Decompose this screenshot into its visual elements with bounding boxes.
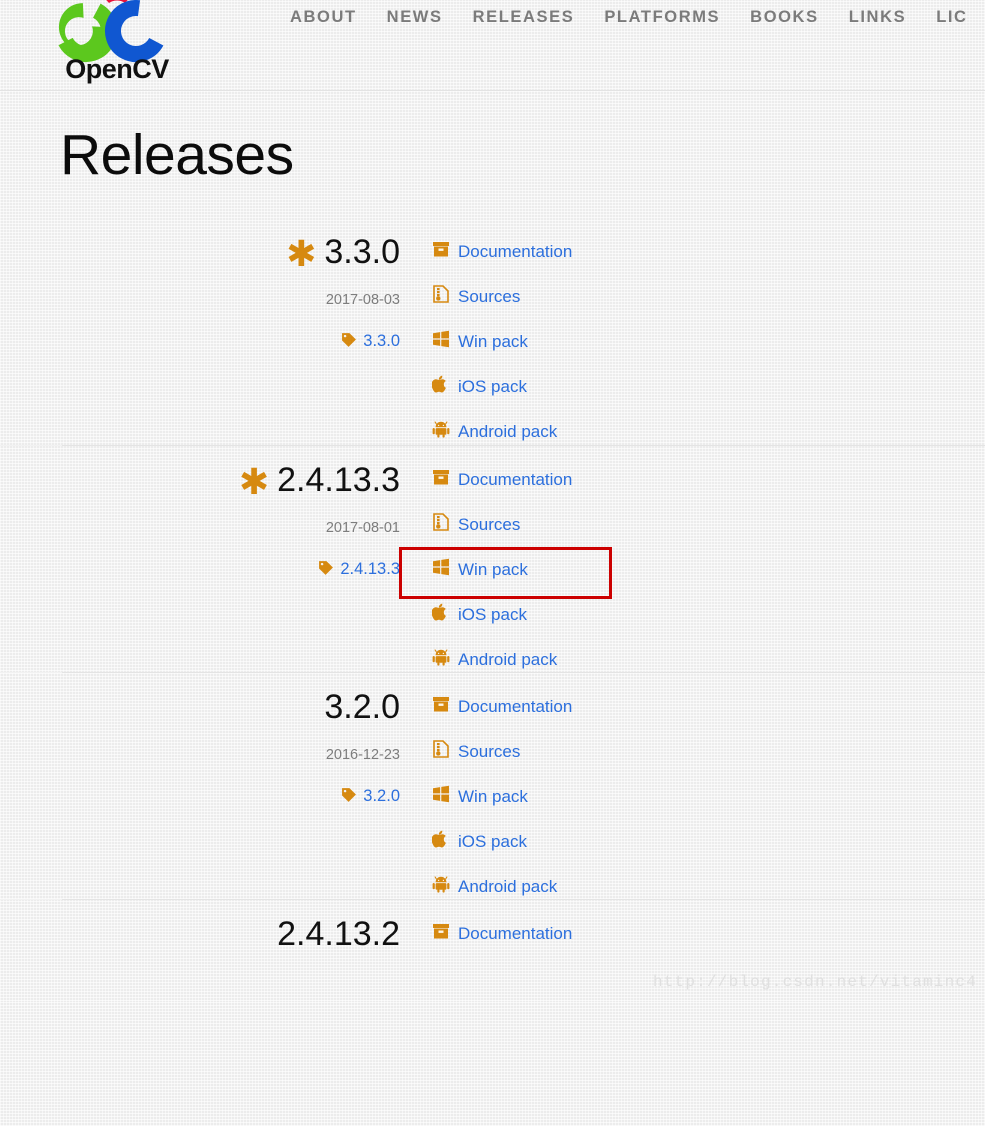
release-meta: 3.2.0 2016-12-23 3.2.0	[0, 673, 400, 809]
download-link-label: Win pack	[458, 787, 528, 806]
release-tag-link[interactable]: 3.2.0	[363, 787, 400, 805]
release-date: 2017-08-01	[325, 520, 400, 536]
download-link-documentation[interactable]: Documentation	[432, 240, 572, 264]
main-navigation[interactable]: ABOUT NEWS RELEASES PLATFORMS BOOKS LINK…	[290, 6, 968, 28]
release-meta: ✱ 2.4.13.3 2017-08-01 2.4.13.3	[0, 446, 400, 582]
archive-icon	[432, 922, 450, 940]
download-link-label: iOS pack	[458, 605, 527, 624]
file-archive-icon	[432, 740, 450, 758]
download-link-label: Win pack	[458, 560, 528, 579]
download-link-label: Win pack	[458, 332, 528, 351]
release-tag-row: 2.4.13.3	[0, 559, 400, 582]
nav-item-news[interactable]: NEWS	[387, 6, 443, 28]
android-icon	[432, 648, 450, 666]
download-link-label: iOS pack	[458, 832, 527, 851]
release-download-links: Documentation Sources Win pack iOS pack Andr…	[432, 468, 572, 672]
download-link-sources[interactable]: Sources	[432, 513, 572, 537]
page-title: Releases	[60, 123, 294, 187]
download-link-label: Android pack	[458, 877, 558, 896]
nav-item-links[interactable]: LINKS	[849, 6, 907, 28]
download-link-label: Sources	[458, 287, 521, 306]
file-archive-icon	[432, 513, 450, 531]
release-version: ✱ 3.3.0	[0, 232, 400, 272]
archive-icon	[432, 695, 450, 713]
download-link-label: Documentation	[458, 470, 573, 489]
release-tag-row: 3.3.0	[0, 331, 400, 354]
download-link-label: Documentation	[458, 697, 573, 716]
nav-item-books[interactable]: BOOKS	[750, 6, 819, 28]
download-link-sources[interactable]: Sources	[432, 285, 572, 309]
latest-release-star-icon: ✱	[238, 461, 270, 502]
download-link-win-pack[interactable]: Win pack	[432, 785, 572, 809]
download-link-documentation[interactable]: Documentation	[432, 468, 572, 492]
apple-icon	[432, 603, 450, 621]
release-version: ✱ 2.4.13.3	[0, 460, 400, 500]
header-divider	[0, 90, 985, 91]
release-meta: 2.4.13.2	[0, 900, 400, 954]
tag-icon	[341, 332, 357, 354]
release-download-links: Documentation Sources Win pack iOS pack Andr…	[432, 695, 572, 899]
android-icon	[432, 420, 450, 438]
release-version: 2.4.13.2	[0, 914, 400, 954]
download-link-android-pack[interactable]: Android pack	[432, 648, 572, 672]
download-link-label: Documentation	[458, 924, 573, 943]
apple-icon	[432, 375, 450, 393]
release-block: ✱ 3.3.0 2017-08-03 3.3.0 Documentation Source…	[0, 218, 985, 445]
download-link-label: Documentation	[458, 242, 573, 261]
release-version-label: 2.4.13.2	[277, 915, 400, 953]
release-version-label: 3.3.0	[324, 233, 400, 271]
download-link-android-pack[interactable]: Android pack	[432, 420, 572, 444]
download-link-android-pack[interactable]: Android pack	[432, 875, 572, 899]
release-meta: ✱ 3.3.0 2017-08-03 3.3.0	[0, 218, 400, 354]
nav-item-about[interactable]: ABOUT	[290, 6, 357, 28]
download-link-sources[interactable]: Sources	[432, 740, 572, 764]
tag-icon	[341, 787, 357, 809]
nav-item-license[interactable]: LIC	[936, 6, 967, 28]
release-block: 2.4.13.2 Documentation	[0, 899, 985, 1126]
windows-icon	[432, 330, 450, 348]
opencv-logo[interactable]: OpenCV	[57, 0, 177, 86]
site-header: OpenCV ABOUT NEWS RELEASES PLATFORMS BOO…	[0, 0, 985, 90]
android-icon	[432, 875, 450, 893]
download-link-ios-pack[interactable]: iOS pack	[432, 603, 572, 627]
archive-icon	[432, 468, 450, 486]
download-link-label: Sources	[458, 742, 521, 761]
svg-text:OpenCV: OpenCV	[65, 54, 169, 84]
release-date: 2016-12-23	[325, 747, 400, 763]
download-link-win-pack[interactable]: Win pack	[432, 330, 572, 354]
tag-icon	[318, 560, 334, 582]
download-link-documentation[interactable]: Documentation	[432, 922, 572, 946]
opencv-logo-mark: OpenCV	[57, 0, 170, 84]
apple-icon	[432, 830, 450, 848]
nav-item-platforms[interactable]: PLATFORMS	[604, 6, 720, 28]
download-link-win-pack[interactable]: Win pack	[432, 558, 572, 582]
release-download-links: Documentation	[432, 922, 572, 946]
release-download-links: Documentation Sources Win pack iOS pack Andr…	[432, 240, 572, 444]
download-link-ios-pack[interactable]: iOS pack	[432, 375, 572, 399]
release-tag-row: 3.2.0	[0, 786, 400, 809]
download-link-documentation[interactable]: Documentation	[432, 695, 572, 719]
release-date: 2017-08-03	[325, 292, 400, 308]
windows-icon	[432, 785, 450, 803]
download-link-label: Android pack	[458, 422, 558, 441]
release-block: 3.2.0 2016-12-23 3.2.0 Documentation Sources…	[0, 672, 985, 899]
nav-item-releases[interactable]: RELEASES	[473, 6, 575, 28]
download-link-label: Sources	[458, 515, 521, 534]
release-block: ✱ 2.4.13.3 2017-08-01 2.4.13.3 Documentation…	[0, 445, 985, 672]
windows-icon	[432, 558, 450, 576]
release-tag-link[interactable]: 3.3.0	[363, 332, 400, 350]
file-archive-icon	[432, 285, 450, 303]
archive-icon	[432, 240, 450, 258]
download-link-ios-pack[interactable]: iOS pack	[432, 830, 572, 854]
release-version: 3.2.0	[0, 687, 400, 727]
download-link-label: iOS pack	[458, 377, 527, 396]
download-link-label: Android pack	[458, 650, 558, 669]
release-version-label: 3.2.0	[324, 688, 400, 726]
latest-release-star-icon: ✱	[286, 233, 317, 274]
release-tag-link[interactable]: 2.4.13.3	[340, 560, 400, 578]
watermark: http://blog.csdn.net/vitaminc4	[652, 973, 977, 991]
release-version-label: 2.4.13.3	[277, 461, 400, 499]
